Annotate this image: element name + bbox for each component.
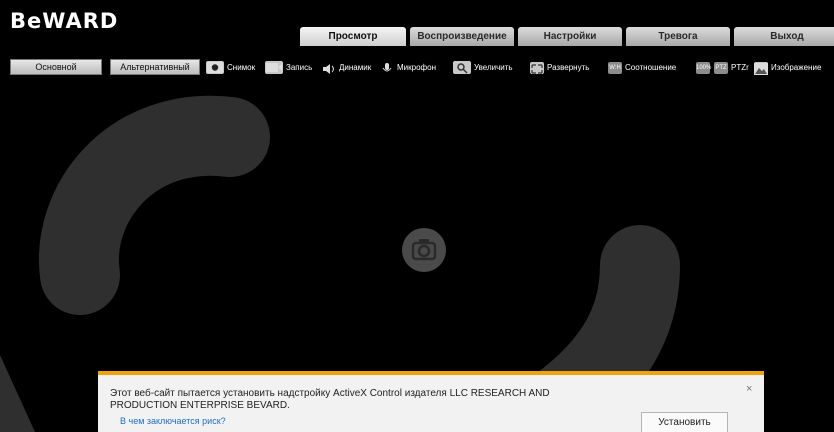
fullscreen-icon: [530, 61, 544, 74]
stream-alt-button[interactable]: Альтернативный: [110, 59, 200, 75]
microphone-button[interactable]: Микрофон: [380, 60, 436, 75]
notice-message: Этот веб-сайт пытается установить надстр…: [110, 388, 610, 412]
zoom-icon: [453, 61, 471, 74]
ratio-button[interactable]: W:H Соотношение: [608, 60, 676, 75]
tab-playback[interactable]: Воспроизведение: [410, 27, 514, 46]
ratio-100-button[interactable]: 100%: [696, 60, 713, 75]
speaker-label: Динамик: [339, 63, 372, 72]
speaker-button[interactable]: Динамик: [322, 60, 371, 75]
snapshot-button[interactable]: Снимок: [206, 60, 255, 75]
install-button[interactable]: Установить: [641, 412, 728, 432]
ptz-icon: PTZ: [714, 61, 728, 74]
close-icon[interactable]: ×: [746, 383, 752, 395]
ptz-label: PTZr: [731, 63, 749, 72]
microphone-icon: [380, 62, 394, 74]
zoom-label: Увеличить: [474, 63, 513, 72]
image-label: Изображение: [771, 63, 822, 72]
stream-main-button[interactable]: Основной: [10, 59, 102, 75]
notice-line-2: PRODUCTION ENTERPRISE BEVARD.: [110, 400, 290, 411]
beward-logo: BeWARD: [10, 9, 119, 33]
video-record-icon: [265, 61, 283, 74]
fullscreen-button[interactable]: Развернуть: [530, 60, 589, 75]
ratio-icon: W:H: [608, 61, 622, 74]
record-button[interactable]: Запись: [265, 60, 312, 75]
image-icon: [754, 61, 768, 75]
image-button[interactable]: Изображение: [754, 60, 821, 75]
tab-view[interactable]: Просмотр: [300, 27, 406, 46]
ratio-label: Соотношение: [625, 63, 677, 72]
risk-info-link[interactable]: В чем заключается риск?: [120, 416, 226, 426]
camera-placeholder-icon: [402, 228, 446, 272]
snapshot-label: Снимок: [227, 63, 256, 72]
notice-line-1: Этот веб-сайт пытается установить надстр…: [110, 388, 550, 399]
record-label: Запись: [286, 63, 313, 72]
tab-settings[interactable]: Настройки: [518, 27, 622, 46]
tab-exit[interactable]: Выход: [734, 27, 834, 46]
header: BeWARD Просмотр Воспроизведение Настройк…: [0, 0, 834, 51]
tab-alarm[interactable]: Тревога: [626, 27, 730, 46]
fullscreen-label: Развернуть: [547, 63, 590, 72]
main-tabs: Просмотр Воспроизведение Настройки Трево…: [300, 27, 834, 46]
activex-notification-bar: Этот веб-сайт пытается установить надстр…: [98, 371, 764, 432]
microphone-label: Микрофон: [397, 63, 436, 72]
zoom-button[interactable]: Увеличить: [453, 60, 513, 75]
ratio-100-icon: 100%: [696, 61, 711, 74]
ptz-button[interactable]: PTZ PTZr: [714, 60, 749, 75]
camera-snapshot-icon: [206, 61, 224, 74]
speaker-icon: [322, 62, 336, 74]
toolbar: Основной Альтернативный Снимок Запись Ди…: [0, 51, 834, 85]
